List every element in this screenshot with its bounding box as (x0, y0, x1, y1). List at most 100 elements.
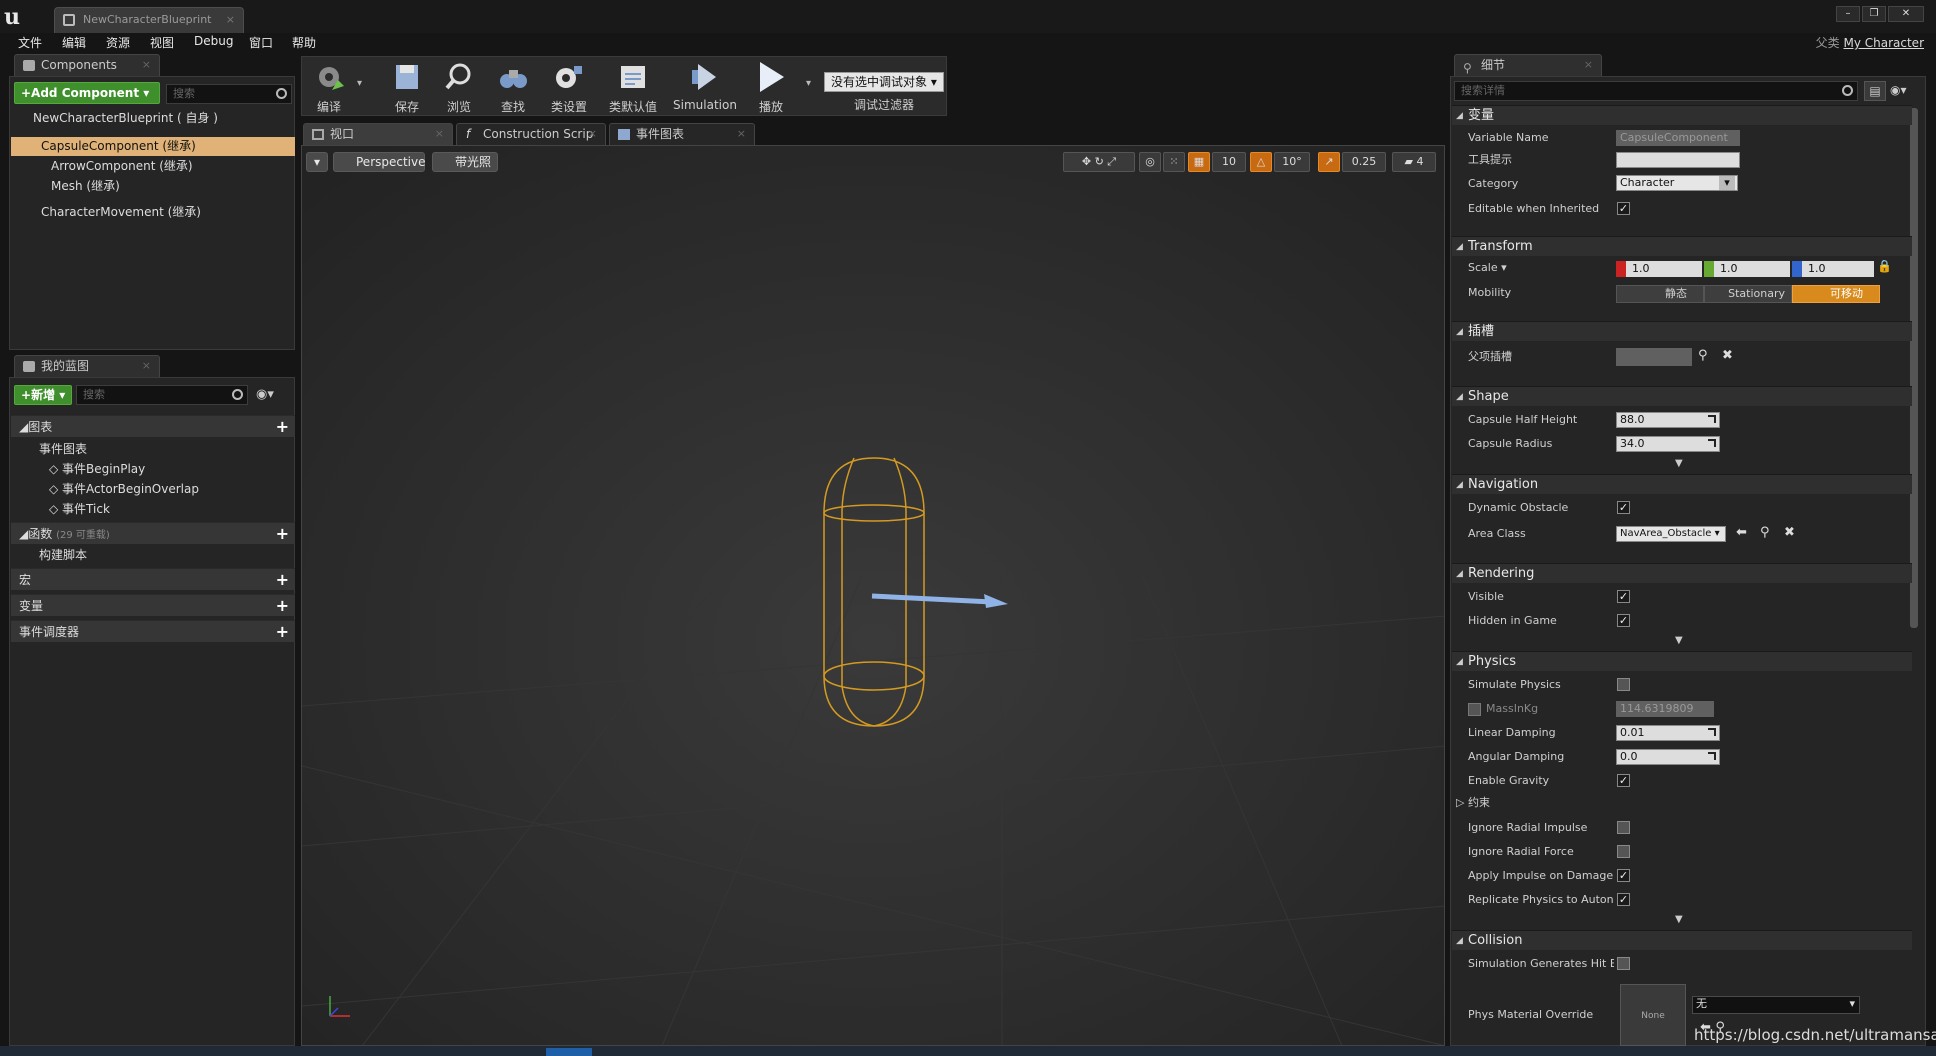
clear-icon[interactable]: ✖ (1784, 525, 1795, 540)
linear-damping-field[interactable]: 0.01 (1616, 725, 1720, 741)
constraints-group[interactable]: ▷ 约束 (1456, 794, 1602, 812)
event-item[interactable]: ◇ 事件ActorBeginOverlap (11, 480, 295, 499)
menu-debug[interactable]: Debug (194, 34, 233, 48)
area-class-select[interactable]: NavArea_Obstacle ▾ (1616, 526, 1726, 542)
find-button[interactable]: 查找 (492, 58, 534, 114)
camera-speed[interactable]: ▰ 4 (1392, 152, 1436, 172)
class-settings-button[interactable]: 类设置 (546, 58, 592, 114)
close-icon[interactable]: × (142, 55, 151, 75)
close-icon[interactable]: × (226, 8, 235, 32)
viewport-options-button[interactable]: ▾ (306, 152, 328, 172)
lit-button[interactable]: 带光照 (432, 152, 498, 172)
debug-object-select[interactable]: 没有选中调试对象 ▾ (824, 72, 944, 92)
angular-damping-field[interactable]: 0.0 (1616, 749, 1720, 765)
close-icon[interactable]: × (737, 124, 746, 144)
components-search-input[interactable]: 搜索 (166, 84, 292, 104)
category-rendering[interactable]: ◢ Rendering (1452, 563, 1912, 583)
world-local-icon[interactable]: ◎ (1139, 152, 1161, 172)
advanced-expand-icon[interactable]: ▼ (1675, 914, 1683, 925)
construction-script-item[interactable]: 构建脚本 (11, 546, 295, 565)
mass-field[interactable]: 114.6319809 (1616, 701, 1714, 717)
browse-button[interactable]: 浏览 (438, 58, 480, 114)
impulse-on-damage-checkbox[interactable]: ✓ (1617, 869, 1630, 882)
clear-icon[interactable]: ✖ (1722, 348, 1733, 363)
save-button[interactable]: 保存 (386, 58, 428, 114)
macros-section[interactable]: 宏 + (11, 568, 295, 590)
add-variable-button[interactable]: + (276, 595, 289, 617)
simulate-physics-checkbox[interactable] (1617, 678, 1630, 691)
scale-snap-value[interactable]: 0.25 (1342, 152, 1386, 172)
perspective-button[interactable]: Perspective (333, 152, 426, 172)
details-search-input[interactable]: 搜索详情 (1454, 81, 1858, 101)
compile-button[interactable]: 编译 (304, 58, 354, 114)
scale-x-field[interactable]: 1.0 (1616, 261, 1702, 277)
advanced-expand-icon[interactable]: ▼ (1675, 635, 1683, 646)
maximize-button[interactable]: ❐ (1862, 6, 1886, 22)
close-window-button[interactable]: ✕ (1888, 6, 1924, 22)
ignore-radial-force-checkbox[interactable] (1617, 845, 1630, 858)
add-new-button[interactable]: +新增 ▾ (14, 385, 72, 405)
sim-hit-events-checkbox[interactable] (1617, 957, 1630, 970)
dynamic-obstacle-checkbox[interactable]: ✓ (1617, 501, 1630, 514)
transform-mode-icons[interactable]: ✥ ↻ ⤢ (1063, 152, 1135, 172)
menu-help[interactable]: 帮助 (292, 34, 316, 51)
variable-name-field[interactable]: CapsuleComponent (1616, 130, 1740, 146)
add-macro-button[interactable]: + (276, 569, 289, 591)
editable-inherited-checkbox[interactable]: ✓ (1617, 202, 1630, 215)
close-icon[interactable]: × (1584, 55, 1593, 75)
scale-y-field[interactable]: 1.0 (1704, 261, 1790, 277)
lock-icon[interactable]: 🔒 (1877, 259, 1892, 273)
parent-socket-field[interactable] (1616, 348, 1692, 366)
parent-class-link[interactable]: My Character (1843, 36, 1924, 50)
functions-section[interactable]: ◢函数 (29 可重载) + (11, 522, 295, 544)
menu-window[interactable]: 窗口 (249, 34, 273, 51)
components-tab[interactable]: Components × (14, 54, 160, 76)
eye-icon[interactable]: ◉▾ (1890, 83, 1907, 97)
event-item[interactable]: ◇ 事件Tick (11, 500, 295, 519)
search-socket-icon[interactable]: ⚲ (1698, 348, 1708, 363)
mass-override-checkbox[interactable] (1468, 703, 1481, 716)
add-function-button[interactable]: + (276, 523, 289, 545)
dispatchers-section[interactable]: 事件调度器 + (11, 620, 295, 642)
add-graph-button[interactable]: + (276, 416, 289, 438)
menu-asset[interactable]: 资源 (106, 34, 130, 51)
mobility-stationary-button[interactable]: Stationary (1704, 285, 1792, 303)
category-navigation[interactable]: ◢ Navigation (1452, 474, 1912, 494)
replicate-physics-checkbox[interactable]: ✓ (1617, 893, 1630, 906)
property-matrix-icon[interactable]: ▤ (1864, 81, 1886, 101)
ignore-radial-impulse-checkbox[interactable] (1617, 821, 1630, 834)
tooltip-field[interactable] (1616, 152, 1740, 168)
class-defaults-button[interactable]: 类默认值 (604, 58, 662, 114)
event-item[interactable]: ◇ 事件BeginPlay (11, 460, 295, 479)
grid-snap-toggle[interactable]: ▦ (1188, 152, 1210, 172)
tab-viewport[interactable]: 视口 × (303, 123, 453, 145)
enable-gravity-checkbox[interactable]: ✓ (1617, 774, 1630, 787)
blueprint-search-input[interactable]: 搜索 (76, 385, 248, 405)
menu-view[interactable]: 视图 (150, 34, 174, 51)
close-icon[interactable]: × (142, 356, 151, 376)
eye-icon[interactable]: ◉▾ (256, 387, 274, 402)
advanced-expand-icon[interactable]: ▼ (1675, 458, 1683, 469)
use-selected-icon[interactable]: ⬅ (1736, 525, 1747, 540)
category-shape[interactable]: ◢ Shape (1452, 386, 1912, 406)
scale-z-field[interactable]: 1.0 (1792, 261, 1874, 277)
details-scrollbar[interactable] (1910, 108, 1918, 628)
graphs-section[interactable]: ◢图表 + (11, 415, 295, 437)
component-item-charmovement[interactable]: CharacterMovement (继承) (11, 203, 295, 222)
simulation-button[interactable]: Simulation (670, 58, 740, 114)
surface-snap-icon[interactable]: ⁙ (1163, 152, 1185, 172)
category-physics[interactable]: ◢ Physics (1452, 651, 1912, 671)
visible-checkbox[interactable]: ✓ (1617, 590, 1630, 603)
menu-file[interactable]: 文件 (18, 34, 42, 51)
category-select[interactable]: Character ▾ (1616, 175, 1738, 191)
category-variable[interactable]: ◢ 变量 (1452, 105, 1912, 125)
component-item-arrow[interactable]: ArrowComponent (继承) (11, 157, 295, 176)
compile-options-chevron-icon[interactable]: ▾ (357, 78, 362, 89)
component-item-mesh[interactable]: Mesh (继承) (11, 177, 295, 196)
component-root[interactable]: NewCharacterBlueprint ( 自身 ) (11, 109, 295, 128)
category-collision[interactable]: ◢ Collision (1452, 930, 1912, 950)
add-dispatcher-button[interactable]: + (276, 621, 289, 643)
details-tab[interactable]: ⚲ 细节 × (1454, 54, 1602, 76)
rotation-snap-value[interactable]: 10° (1274, 152, 1310, 172)
close-icon[interactable]: × (588, 124, 597, 144)
